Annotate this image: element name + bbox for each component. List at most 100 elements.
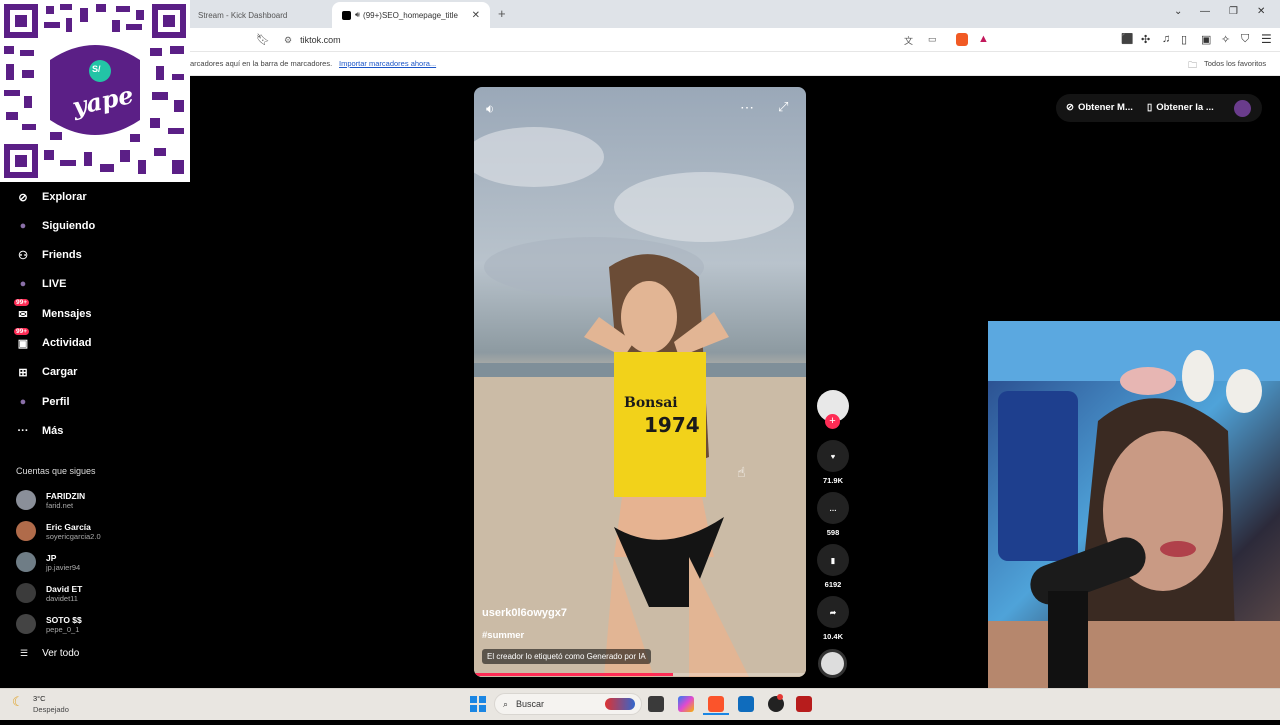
windows-start-icon[interactable] [470, 696, 486, 712]
notification-badge: 99+ [14, 299, 30, 306]
extension-icon[interactable]: ⬛ [1121, 34, 1133, 45]
brave-rewards-icon[interactable]: ▲ [978, 33, 989, 45]
video-username[interactable]: userk0l6owygx7 [482, 607, 567, 619]
weather-desc[interactable]: Despejado [33, 705, 69, 714]
sidebar-item-friends[interactable]: ⚇ Friends [14, 244, 82, 266]
like-button[interactable]: ♥ 71.9K [817, 440, 849, 485]
minimize-button[interactable]: — [1200, 6, 1210, 17]
sidebar-item-siguiendo[interactable]: ● Siguiendo [14, 215, 96, 237]
brave-shields-icon[interactable] [956, 33, 968, 46]
sidebar-item-live[interactable]: ● LIVE [14, 273, 67, 295]
tab-list-chevron-icon[interactable]: ⌄ [1174, 6, 1182, 17]
video-progress-track[interactable] [474, 673, 806, 676]
upload-icon: ⊞ [18, 366, 28, 379]
live-icon: ● [19, 278, 27, 290]
task-view-icon[interactable] [648, 696, 664, 712]
sidebar-item-perfil[interactable]: ● Perfil [14, 391, 70, 413]
store-icon[interactable] [738, 696, 754, 712]
hand-cursor-icon: ☝︎ [737, 464, 746, 480]
menu-icon[interactable]: ☰ [1261, 32, 1272, 46]
sidebar-item-explorar[interactable]: ⊘ Explorar [14, 186, 87, 208]
comment-button[interactable]: … 598 [817, 492, 849, 537]
yape-qr-overlay: S/ yape [0, 0, 190, 182]
tab-kick-dashboard[interactable]: Stream - Kick Dashboard [188, 2, 330, 28]
account-name: David ET [46, 583, 83, 594]
brave-taskbar-icon[interactable] [708, 696, 724, 712]
following-account[interactable]: SOTO $$ pepe_0_1 [16, 611, 82, 637]
tab-title: Stream - Kick Dashboard [198, 10, 288, 20]
sidebar-item-mensajes[interactable]: ✉ 99+ Mensajes [14, 299, 92, 325]
sidebar-item-actividad[interactable]: ▣ 99+ Actividad [14, 328, 92, 354]
get-app-label: Obtener la ... [1156, 102, 1214, 113]
see-all-label: Ver todo [42, 648, 80, 659]
volume-icon[interactable]: 🔉︎ [486, 101, 494, 117]
get-coins-label: Obtener M... [1077, 102, 1133, 113]
get-coins-button[interactable]: ⊘ Obtener M... [1066, 102, 1133, 113]
qr-badge: S/ [92, 64, 101, 74]
address-bar[interactable]: ⚙︎ tiktok.com [276, 31, 996, 49]
taskbar-search[interactable]: ⌕ Buscar [494, 693, 642, 715]
translate-icon[interactable]: 文 [904, 34, 913, 47]
more-options-icon[interactable]: ⋯ [740, 99, 754, 116]
share-button[interactable]: ➦ 10.4K [817, 596, 849, 641]
maximize-button[interactable]: ❐ [1229, 6, 1238, 17]
cast-icon[interactable]: ▭ [928, 34, 937, 45]
account-name: FARIDZIN [46, 490, 86, 501]
tab-tiktok[interactable]: 🔊︎ (99+)SEO_homepage_title ✕ [332, 2, 490, 28]
svg-text:Bonsai: Bonsai [624, 395, 678, 411]
profile-avatar[interactable] [1234, 100, 1251, 117]
media-icon[interactable]: ♫ [1162, 33, 1170, 45]
sidebar-item-cargar[interactable]: ⊞ Cargar [14, 361, 77, 383]
copilot-icon[interactable] [678, 696, 694, 712]
puzzle-icon[interactable]: ✣ [1141, 33, 1150, 46]
following-account[interactable]: David ET davidet11 [16, 580, 82, 606]
fullscreen-icon[interactable]: ⤢ [778, 99, 788, 115]
close-tab-icon[interactable]: ✕ [472, 10, 480, 21]
follow-plus-icon[interactable]: + [825, 414, 840, 429]
speaker-icon: 🔊︎ [355, 10, 361, 19]
wallet-icon[interactable]: ▣ [1201, 33, 1211, 46]
notification-badge: 99+ [14, 328, 30, 335]
close-window-button[interactable]: ✕ [1257, 6, 1265, 17]
search-highlight-icon [605, 698, 635, 710]
following-account[interactable]: Eric García soyericgarcia2.0 [16, 518, 101, 544]
search-icon: ⌕ [503, 698, 509, 709]
vpn-shield-icon[interactable]: ⛉ [1241, 33, 1249, 46]
music-disc-icon[interactable] [818, 649, 847, 678]
webcam-feed-illustration [988, 321, 1280, 720]
folder-icon: 🗀︎ [1188, 60, 1198, 70]
webcam-overlay [988, 321, 1280, 720]
leo-ai-icon[interactable]: ✧ [1221, 33, 1230, 46]
svg-text:1974: 1974 [644, 413, 700, 437]
site-info-icon[interactable]: ⚙︎ [284, 35, 292, 46]
activity-icon: ▣ 99+ [14, 328, 30, 350]
avatar-icon: ● [19, 220, 27, 232]
sidebar-item-label: Cargar [42, 366, 78, 378]
sidebar-item-label: LIVE [42, 278, 67, 290]
following-account[interactable]: JP jp.javier94 [16, 549, 80, 575]
video-hashtag[interactable]: #summer [482, 630, 524, 641]
share-icon: ➦ [817, 596, 849, 628]
video-progress-fill [474, 673, 674, 676]
weather-temp[interactable]: 3°C [33, 694, 46, 703]
import-bookmarks-link[interactable]: Importar marcadores ahora... [339, 59, 436, 68]
get-app-button[interactable]: ▯ Obtener la ... [1147, 102, 1214, 113]
sidebar-item-ms[interactable]: ··· Más [14, 420, 64, 442]
all-favorites-link[interactable]: Todos los favoritos [1204, 59, 1266, 68]
video-frame-illustration: Bonsai 1974 [474, 127, 806, 677]
account-name: SOTO $$ [46, 614, 82, 625]
bookmark-icon[interactable]: 🔖︎ [256, 33, 270, 46]
sidebar-item-label: Mensajes [42, 308, 92, 320]
see-all-button[interactable]: ☰ Ver todo [20, 648, 79, 659]
notification-dot [777, 694, 783, 700]
bookmark-icon: ▮ [817, 544, 849, 576]
video-player[interactable]: Bonsai 1974 🔉︎ ⋯ ⤢ userk0l6owygx7 #summe… [474, 87, 806, 677]
new-tab-button[interactable]: + [498, 6, 506, 21]
sidebar-item-label: Explorar [42, 191, 87, 203]
bookmark-button[interactable]: ▮ 6192 [817, 544, 849, 589]
dota-icon[interactable] [796, 696, 812, 712]
like-icon: ♥ [817, 440, 849, 472]
avatar [16, 521, 36, 541]
sidebar-toggle-icon[interactable]: ▯ [1181, 33, 1187, 46]
following-account[interactable]: FARIDZIN farid.net [16, 487, 85, 513]
